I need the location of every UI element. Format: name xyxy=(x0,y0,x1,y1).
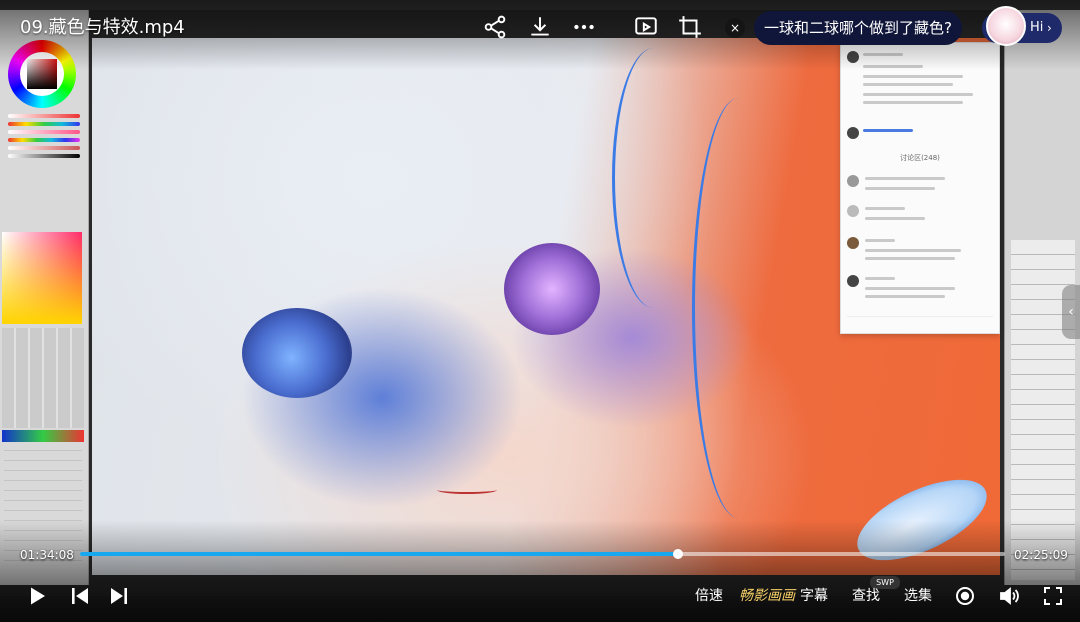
crop-icon[interactable] xyxy=(677,14,703,40)
download-icon[interactable] xyxy=(527,14,553,40)
previous-icon[interactable] xyxy=(68,584,92,608)
search-button[interactable]: 查找 xyxy=(852,586,880,606)
ai-assistant-label: Hi xyxy=(1030,20,1044,35)
hair-streak xyxy=(692,98,785,518)
quality-button[interactable]: 畅影画画 xyxy=(739,586,795,606)
cast-screen-icon[interactable] xyxy=(633,14,659,40)
progress-fill xyxy=(80,552,679,556)
color-slider xyxy=(8,114,80,118)
share-icon[interactable] xyxy=(482,14,508,40)
video-player[interactable]: 讨论区(248) 09.藏色与特效.mp4 × 一球和二球哪个做到了藏色? Hi… xyxy=(0,0,1080,622)
danmaku-target-icon[interactable] xyxy=(953,584,977,608)
volume-icon[interactable] xyxy=(997,584,1021,608)
gradient-strip xyxy=(2,430,84,442)
color-slider xyxy=(8,138,80,142)
color-palette xyxy=(2,232,82,324)
play-icon[interactable] xyxy=(25,584,49,608)
close-ai-bubble-button[interactable]: × xyxy=(725,18,745,38)
recorded-chat-window: 讨论区(248) xyxy=(840,42,1000,334)
progress-bar[interactable] xyxy=(80,549,1005,559)
hair-streak xyxy=(612,48,695,308)
avatar xyxy=(847,205,859,217)
duration: 02:25:09 xyxy=(1014,548,1068,562)
ai-assistant-avatar[interactable] xyxy=(986,6,1026,46)
avatar xyxy=(847,127,859,139)
avatar xyxy=(847,275,859,287)
episodes-button[interactable]: 选集 xyxy=(904,586,932,606)
ai-question-bubble[interactable]: 一球和二球哪个做到了藏色? xyxy=(754,11,962,45)
subtitle-button[interactable]: 字幕 xyxy=(800,586,828,606)
recorded-color-panel xyxy=(0,10,89,585)
right-eye xyxy=(504,243,600,335)
current-time: 01:34:08 xyxy=(20,548,74,562)
bottom-overlay xyxy=(0,520,1080,622)
color-slider xyxy=(8,154,80,158)
tool-grid xyxy=(2,328,84,428)
video-title: 09.藏色与特效.mp4 xyxy=(20,17,185,38)
avatar xyxy=(847,237,859,249)
chat-input xyxy=(847,316,993,327)
more-icon[interactable] xyxy=(571,14,597,40)
left-eye xyxy=(242,308,352,398)
next-icon[interactable] xyxy=(107,584,131,608)
color-slider xyxy=(8,122,80,126)
playback-speed-button[interactable]: 倍速 xyxy=(695,586,723,606)
chat-heading: 讨论区(248) xyxy=(900,154,940,162)
fullscreen-icon[interactable] xyxy=(1041,584,1065,608)
side-panel-toggle[interactable]: ‹ xyxy=(1062,285,1080,339)
avatar xyxy=(847,175,859,187)
chevron-right-icon: › xyxy=(1047,21,1052,35)
mouth xyxy=(437,486,497,494)
color-slider xyxy=(8,146,80,150)
color-slider xyxy=(8,130,80,134)
